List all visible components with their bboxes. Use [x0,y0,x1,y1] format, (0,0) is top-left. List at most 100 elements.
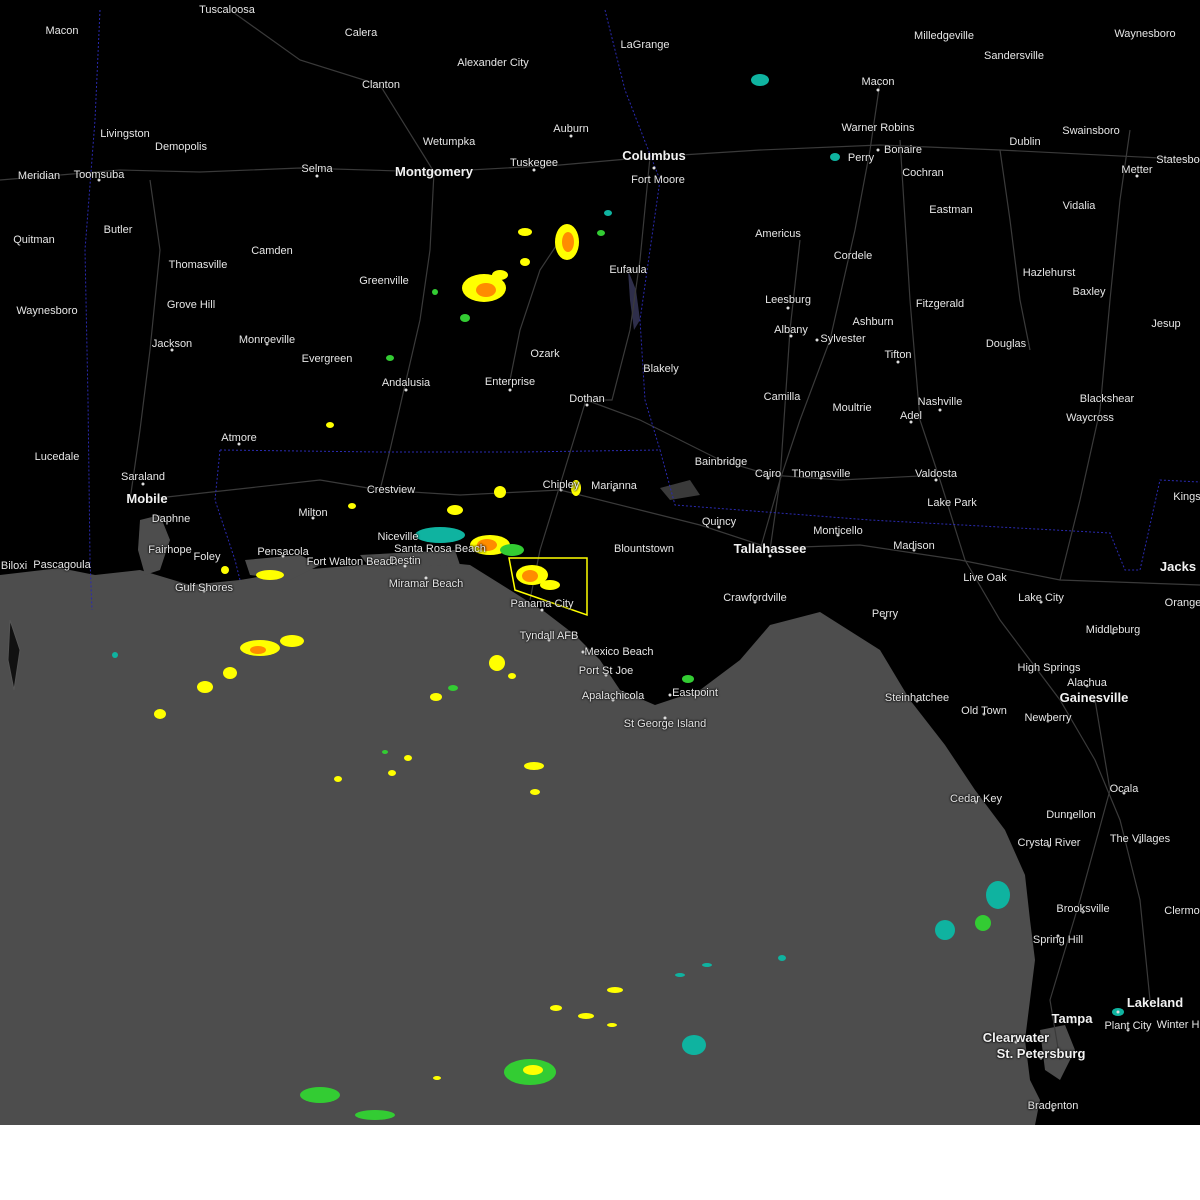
city-label: Lake Park [927,497,977,509]
city-label: Cedar Key [950,793,1002,805]
city-label: Moultrie [832,402,872,414]
page-footer-blank [0,1125,1200,1200]
radar-cell [520,258,530,266]
city-label: Bonaire [884,144,922,156]
city-label: Kings [1173,491,1200,503]
city-label: Apalachicola [581,690,645,702]
city-label: Milton [298,507,328,519]
radar-cell [607,987,623,993]
city-label: Ashburn [852,316,894,328]
city-label: Clermo [1164,905,1200,917]
radar-cell [415,527,465,543]
city-label: Niceville [377,531,419,543]
city-label: Grove Hill [166,299,216,311]
radar-cell [523,1065,543,1075]
city-label: Brooksville [1056,903,1110,915]
city-label: Ozark [530,348,560,360]
city-label: Selma [301,163,333,175]
radar-cell [280,635,304,647]
city-label: Mexico Beach [584,646,654,658]
city-label: Gulf Shores [174,582,234,594]
radar-cell [197,681,213,693]
city-label: Warner Robins [841,122,915,134]
radar-cell [540,580,560,590]
city-label: Cordele [833,250,873,262]
radar-cell [604,210,612,216]
city-label: Statesbo [1156,154,1200,166]
city-label: Perry [847,152,875,164]
city-label: Old Town [961,705,1007,717]
city-label: Plant City [1104,1020,1152,1032]
radar-cell [986,881,1010,909]
city-label: Quitman [13,234,55,246]
city-label: Macon [45,25,79,37]
city-label: Milledgeville [914,30,974,42]
radar-cell [154,709,166,719]
city-label: Alachua [1067,677,1107,689]
city-label: Crystal River [1017,837,1081,849]
city-label: Tyndall AFB [519,630,579,642]
city-label: Madison [893,540,935,552]
radar-cell [388,770,396,776]
radar-cell [326,422,334,428]
city-label: Leesburg [765,294,811,306]
city-label: Adel [899,410,923,422]
radar-cell [386,355,394,361]
city-label: Metter [1121,164,1153,176]
city-label: Saraland [120,471,166,483]
radar-cell [500,544,524,556]
radar-cell [682,675,694,683]
radar-cell [550,1005,562,1011]
city-label: Foley [193,551,221,563]
city-label: Livingston [100,128,150,140]
city-label: Chipley [542,479,580,491]
radar-cell [935,920,955,940]
city-label: Jacks [1159,559,1197,574]
city-label: Quincy [701,516,737,528]
city-label: Americus [755,228,801,240]
city-label: Orange [1164,597,1200,609]
city-label: Gainesville [1059,690,1129,705]
city-label: Pensacola [257,546,309,558]
city-label: Lucedale [34,451,80,463]
city-label: Lake City [1018,592,1064,604]
radar-cell [250,646,266,654]
radar-cell [508,673,516,679]
city-label: Bainbridge [694,456,748,468]
radar-cell [382,750,388,754]
city-label: Tampa [1051,1011,1093,1026]
city-label: Eufaula [609,264,647,276]
radar-map[interactable]: Tuscaloosa Macon Calera LaGrange Milledgevil… [0,0,1200,1125]
city-label: Douglas [985,338,1027,350]
city-label: Blackshear [1079,393,1135,405]
radar-cell [348,503,356,509]
radar-cell [522,570,538,582]
city-label: Newberry [1024,712,1072,724]
city-label: Monticello [813,525,863,537]
city-label: Crestview [366,484,416,496]
city-label: Biloxi [0,560,28,572]
city-label: Spring Hill [1032,934,1084,946]
radar-cell [492,270,508,280]
city-dot [668,693,672,697]
city-label: Fort Moore [631,174,685,186]
radar-cell [494,486,506,498]
lake-seminole [660,480,700,500]
radar-cell [447,505,463,515]
city-label: Perry [871,608,899,620]
city-label: Greenville [359,275,409,287]
city-label: Tuskegee [510,157,558,169]
radar-cell [597,230,605,236]
radar-cell [489,655,505,671]
city-label: Middleburg [1085,624,1141,636]
city-label: Sandersville [984,50,1044,62]
radar-cell [476,283,496,297]
city-label: Meridian [17,170,61,182]
city-dot [1116,1010,1120,1014]
city-label: Daphne [151,513,191,525]
city-label: Albany [774,324,808,336]
city-label: Tuscaloosa [199,4,255,16]
radar-cell [675,973,685,977]
city-label: Montgomery [395,164,473,179]
city-label: Waynesboro [16,305,78,317]
